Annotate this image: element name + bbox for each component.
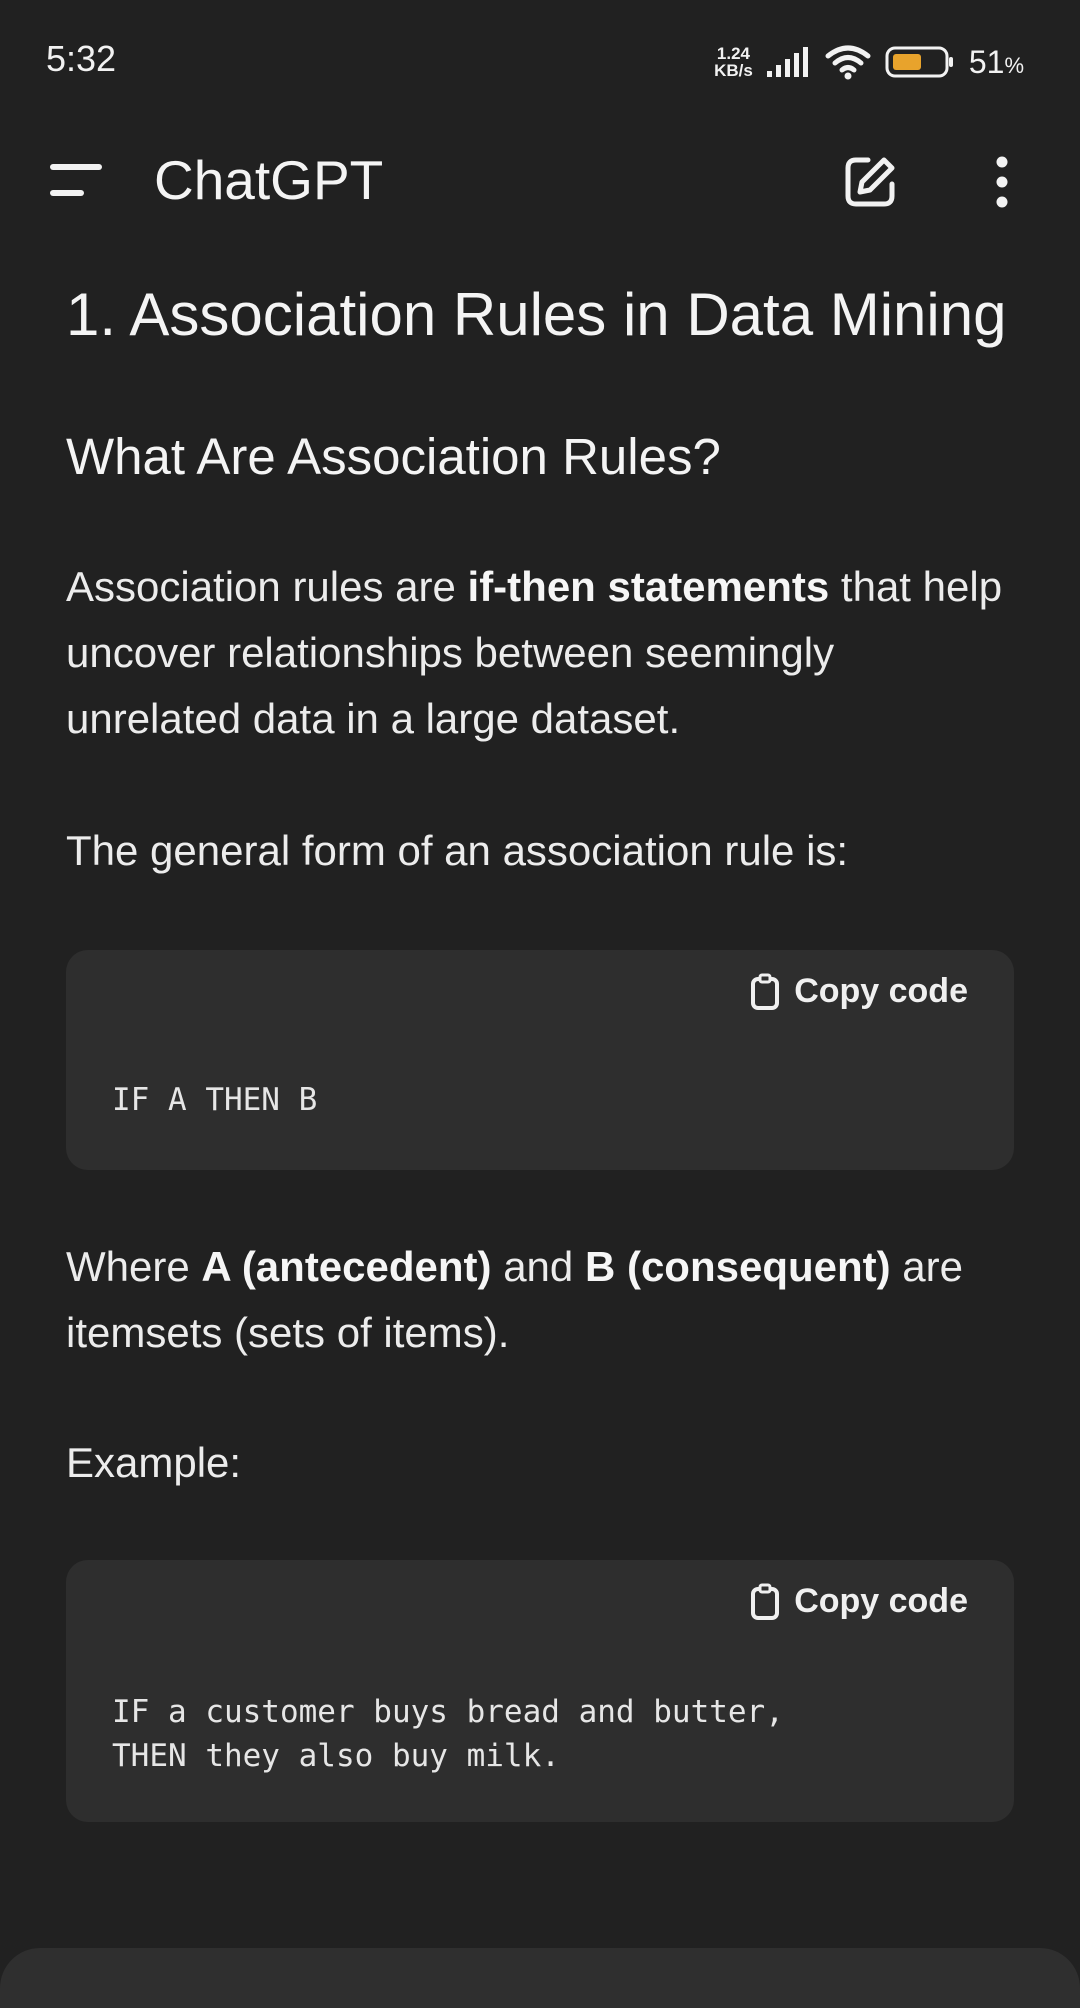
wifi-icon [825,45,871,80]
paragraph-general-form: The general form of an association rule … [66,827,849,874]
clipboard-icon [751,1583,780,1620]
chat-message-content: 1. Association Rules in Data Mining What… [66,282,1016,1822]
copy-code-button[interactable]: Copy code [750,972,968,1011]
copy-code-button[interactable]: Copy code [750,1582,968,1621]
network-speed-value: 1.24 [716,44,751,63]
code-text: IF A THEN B [112,1082,318,1118]
bold-consequent: B (consequent) [584,1243,891,1290]
paragraph-text-where: Where [66,1243,202,1290]
copy-code-label: Copy code [794,1582,968,1620]
paragraph-example: Example: [66,1439,242,1486]
vertical-dots-icon[interactable] [986,154,1018,210]
paragraph-definition-text-1: Association rules are [66,563,468,610]
app-title: ChatGPT [154,149,384,211]
heading-what-are-association-rules: What Are Association Rules? [66,428,721,485]
status-bar: 5:32 1.24 KB/s 51% [0,0,1080,120]
hamburger-menu-icon[interactable] [50,160,104,200]
new-chat-edit-icon[interactable] [842,154,898,210]
message-input-panel[interactable] [0,1948,1080,2008]
network-speed: 1.24 KB/s [714,45,753,79]
bold-antecedent: A (antecedent) [201,1243,492,1290]
heading-association-rules: 1. Association Rules in Data Mining [66,281,1007,348]
code-block-example: Copy code IF a customer buys bread and b… [66,1560,1014,1822]
status-time: 5:32 [46,38,117,79]
signal-icon [766,47,808,77]
battery-icon [885,46,953,78]
app-bar: ChatGPT [0,120,1080,242]
clipboard-icon [751,973,780,1010]
code-block-general-form: Copy code IF A THEN B [66,950,1014,1170]
paragraph-antecedent-consequent: Where A (antecedent) and B (consequent) … [66,1234,1016,1366]
battery-percent-unit: % [1004,52,1024,78]
status-icons: 1.24 KB/s 51% [714,40,1024,84]
paragraph-definition-bold: if-then statements [467,563,830,610]
paragraph-text-and: and [491,1243,585,1290]
code-line-1: IF a customer buys bread and butter, [112,1694,784,1730]
network-speed-unit: KB/s [714,61,753,80]
copy-code-label: Copy code [794,972,968,1010]
code-text: IF a customer buys bread and butter, THEN… [112,1690,784,1778]
code-line-2: THEN they also buy milk. [112,1738,560,1774]
battery-percent-value: 51 [968,43,1005,80]
paragraph-definition: Association rules are if-then statements… [66,554,1016,752]
battery-percent: 51% [969,44,1024,81]
